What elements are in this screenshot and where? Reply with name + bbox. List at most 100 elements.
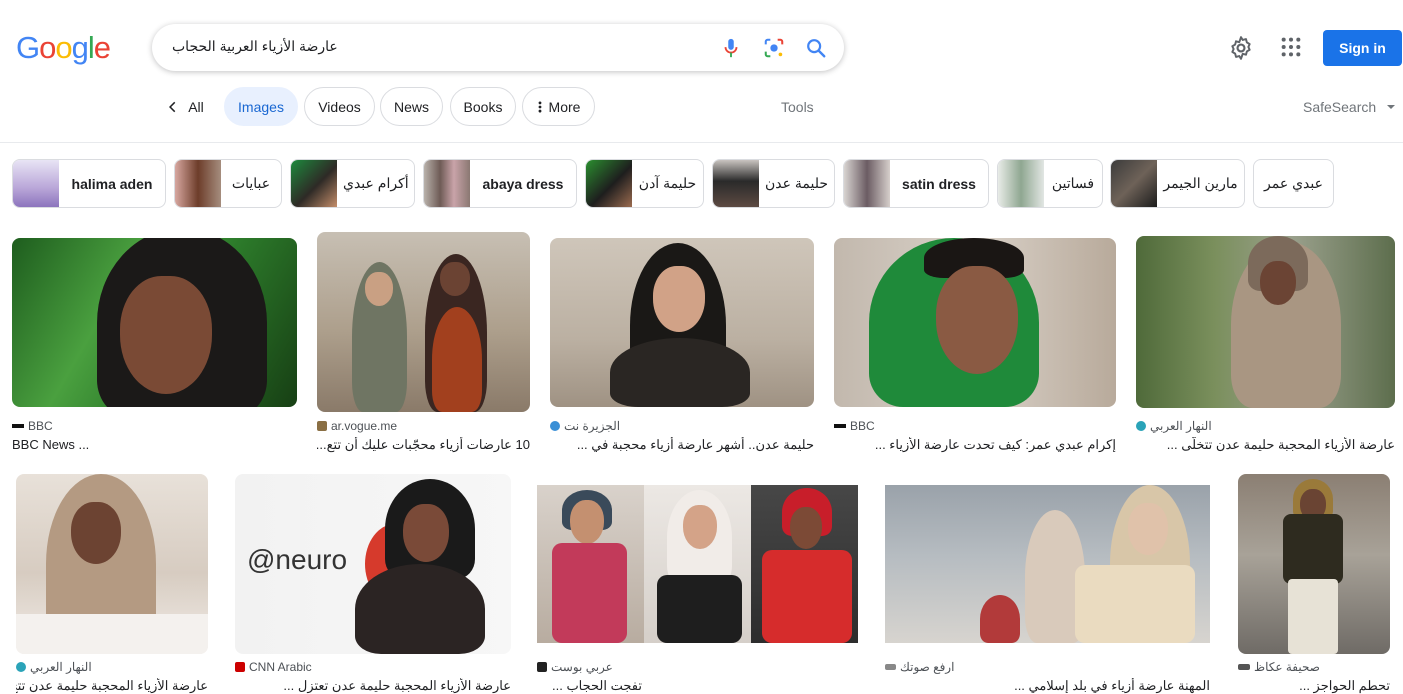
chip-thumbnail: [713, 160, 759, 207]
result-title[interactable]: عارضة الأزياء المحجبة حليمة عدن تعتزل ..…: [235, 678, 511, 694]
result-thumbnail[interactable]: [885, 485, 1210, 643]
result-source[interactable]: BBC: [834, 419, 875, 433]
image-result[interactable]: ارفع صوتك المهنة عارضة أزياء في بلد إسلا…: [885, 485, 1210, 693]
chip-satin-dress[interactable]: satin dress: [843, 159, 989, 208]
chip-abaya-dress[interactable]: abaya dress: [423, 159, 577, 208]
chip-abayas[interactable]: عبايات: [174, 159, 282, 208]
chip-label: halima aden: [71, 175, 153, 192]
search-query-text[interactable]: عارضة الأزياء العربية الحجاب: [172, 38, 338, 55]
image-result[interactable]: النهار العربي عارضة الأزياء المحجبة حليم…: [1136, 236, 1395, 458]
annahar-favicon-icon: [16, 662, 26, 672]
result-thumbnail[interactable]: @neuro: [235, 474, 511, 654]
neuro-logo-text: @neuro: [247, 544, 348, 575]
search-tabs-bar: All Images Videos News Books More Tools …: [0, 87, 1403, 143]
chip-halima-aden-ar[interactable]: حليمة آدن: [585, 159, 704, 208]
result-source[interactable]: BBC: [12, 419, 53, 433]
image-result[interactable]: BBC إكرام عبدي عمر: كيف تحدت عارضة الأزي…: [834, 238, 1116, 458]
irfaasawtak-favicon-icon: [885, 664, 896, 670]
image-result[interactable]: صحيفة عكاظ تحطم الحواجز ...: [1238, 474, 1390, 693]
google-logo[interactable]: Google: [16, 30, 111, 66]
safesearch-button[interactable]: SafeSearch: [1303, 99, 1396, 115]
tab-images[interactable]: Images: [224, 87, 298, 126]
microphone-icon[interactable]: [720, 37, 742, 59]
result-title[interactable]: عارضة الأزياء المحجبة حليمة عدن تتخلّى .…: [1136, 437, 1395, 453]
chip-dresses[interactable]: فساتين: [997, 159, 1103, 208]
chip-halima-aden[interactable]: halima aden: [12, 159, 166, 208]
tab-news[interactable]: News: [380, 87, 443, 126]
tab-videos[interactable]: Videos: [304, 87, 375, 126]
chip-label: حليمة آدن: [638, 175, 697, 191]
result-title[interactable]: حليمة عدن.. أشهر عارضة أزياء محجبة في ..…: [550, 437, 814, 453]
result-thumbnail[interactable]: [550, 238, 814, 407]
image-result[interactable]: الجزيرة نت حليمة عدن.. أشهر عارضة أزياء …: [550, 238, 814, 458]
chip-label: أكرام عبدي: [343, 175, 409, 191]
search-input[interactable]: عارضة الأزياء العربية الحجاب: [152, 24, 844, 71]
result-thumbnail[interactable]: [1238, 474, 1390, 654]
result-source[interactable]: عربي بوست: [537, 660, 613, 674]
result-thumbnail[interactable]: [317, 232, 530, 412]
result-source[interactable]: ar.vogue.me: [317, 419, 397, 433]
chip-label: عبدي عمر: [1264, 175, 1323, 191]
image-result[interactable]: @neuro CNN Arabic عارضة الأزياء المحجبة …: [235, 474, 511, 693]
chip-thumbnail: [998, 160, 1044, 207]
chip-ikram-abdi[interactable]: أكرام عبدي: [290, 159, 415, 208]
tab-books[interactable]: Books: [450, 87, 516, 126]
result-source[interactable]: CNN Arabic: [235, 660, 312, 674]
result-thumbnail[interactable]: [834, 238, 1116, 407]
tools-button[interactable]: Tools: [781, 99, 814, 115]
result-source[interactable]: صحيفة عكاظ: [1238, 660, 1320, 674]
result-title[interactable]: المهنة عارضة أزياء في بلد إسلامي ...: [885, 678, 1210, 694]
chevron-left-icon: [169, 101, 176, 112]
result-title[interactable]: تفجت الحجاب ...: [537, 678, 858, 694]
tab-more[interactable]: More: [522, 87, 595, 126]
chip-abdi-omar[interactable]: عبدي عمر: [1253, 159, 1334, 208]
settings-gear-icon[interactable]: [1228, 35, 1254, 61]
chip-thumbnail: [175, 160, 221, 207]
chip-thumbnail: [13, 160, 59, 207]
result-title[interactable]: عارضة الأزياء المحجبة حليمة عدن تتخ...: [16, 678, 208, 694]
result-source[interactable]: النهار العربي: [1136, 419, 1212, 433]
chip-label: abaya dress: [482, 175, 564, 192]
image-result[interactable]: النهار العربي عارضة الأزياء المحجبة حليم…: [16, 474, 208, 693]
bbc-favicon-icon: [834, 424, 846, 428]
image-result[interactable]: BBC BBC News ...: [12, 238, 297, 458]
chip-label: فساتين: [1051, 175, 1095, 191]
camera-lens-icon[interactable]: [763, 37, 785, 59]
result-title[interactable]: BBC News ...: [12, 437, 297, 452]
tab-label: Books: [463, 98, 503, 115]
result-thumbnail[interactable]: [1136, 236, 1395, 408]
tab-all[interactable]: All: [160, 87, 210, 126]
result-source[interactable]: النهار العربي: [16, 660, 92, 674]
bbc-favicon-icon: [12, 424, 24, 428]
chip-marin[interactable]: مارين الجيمر: [1110, 159, 1245, 208]
chip-thumbnail: [586, 160, 632, 207]
result-thumbnail[interactable]: [537, 485, 858, 643]
chip-thumbnail: [291, 160, 337, 207]
image-result[interactable]: ar.vogue.me 10 عارضات أزياء محجّبات عليك…: [317, 232, 530, 458]
result-title[interactable]: إكرام عبدي عمر: كيف تحدت عارضة الأزياء .…: [834, 437, 1116, 453]
dropdown-arrow-icon: [1387, 105, 1396, 109]
result-source[interactable]: ارفع صوتك: [885, 660, 954, 674]
chip-halima-adan[interactable]: حليمة عدن: [712, 159, 835, 208]
chip-thumbnail: [424, 160, 470, 207]
chip-thumbnail: [844, 160, 890, 207]
aljazeera-favicon-icon: [550, 421, 560, 431]
result-thumbnail[interactable]: [16, 474, 208, 654]
search-icon[interactable]: [805, 37, 827, 59]
annahar-favicon-icon: [1136, 421, 1146, 431]
result-source[interactable]: الجزيرة نت: [550, 419, 620, 433]
arabipost-favicon-icon: [537, 662, 547, 672]
google-apps-grid-icon[interactable]: [1280, 36, 1302, 58]
sign-in-button[interactable]: Sign in: [1323, 30, 1402, 66]
header: Google عارضة الأزياء العربية الحجاب Sign…: [0, 0, 1403, 95]
chip-label: حليمة عدن: [765, 175, 828, 191]
related-searches-chips: halima aden عبايات أكرام عبدي abaya dres…: [0, 159, 1403, 209]
result-thumbnail[interactable]: [12, 238, 297, 407]
tab-label: Videos: [318, 98, 361, 115]
image-result[interactable]: عربي بوست تفجت الحجاب ...: [537, 485, 858, 693]
result-title[interactable]: 10 عارضات أزياء محجّبات عليك أن تتع...: [317, 437, 530, 453]
vogue-favicon-icon: [317, 421, 327, 431]
tab-label: News: [393, 98, 429, 115]
chip-thumbnail: [1111, 160, 1157, 207]
result-title[interactable]: تحطم الحواجز ...: [1238, 678, 1390, 694]
